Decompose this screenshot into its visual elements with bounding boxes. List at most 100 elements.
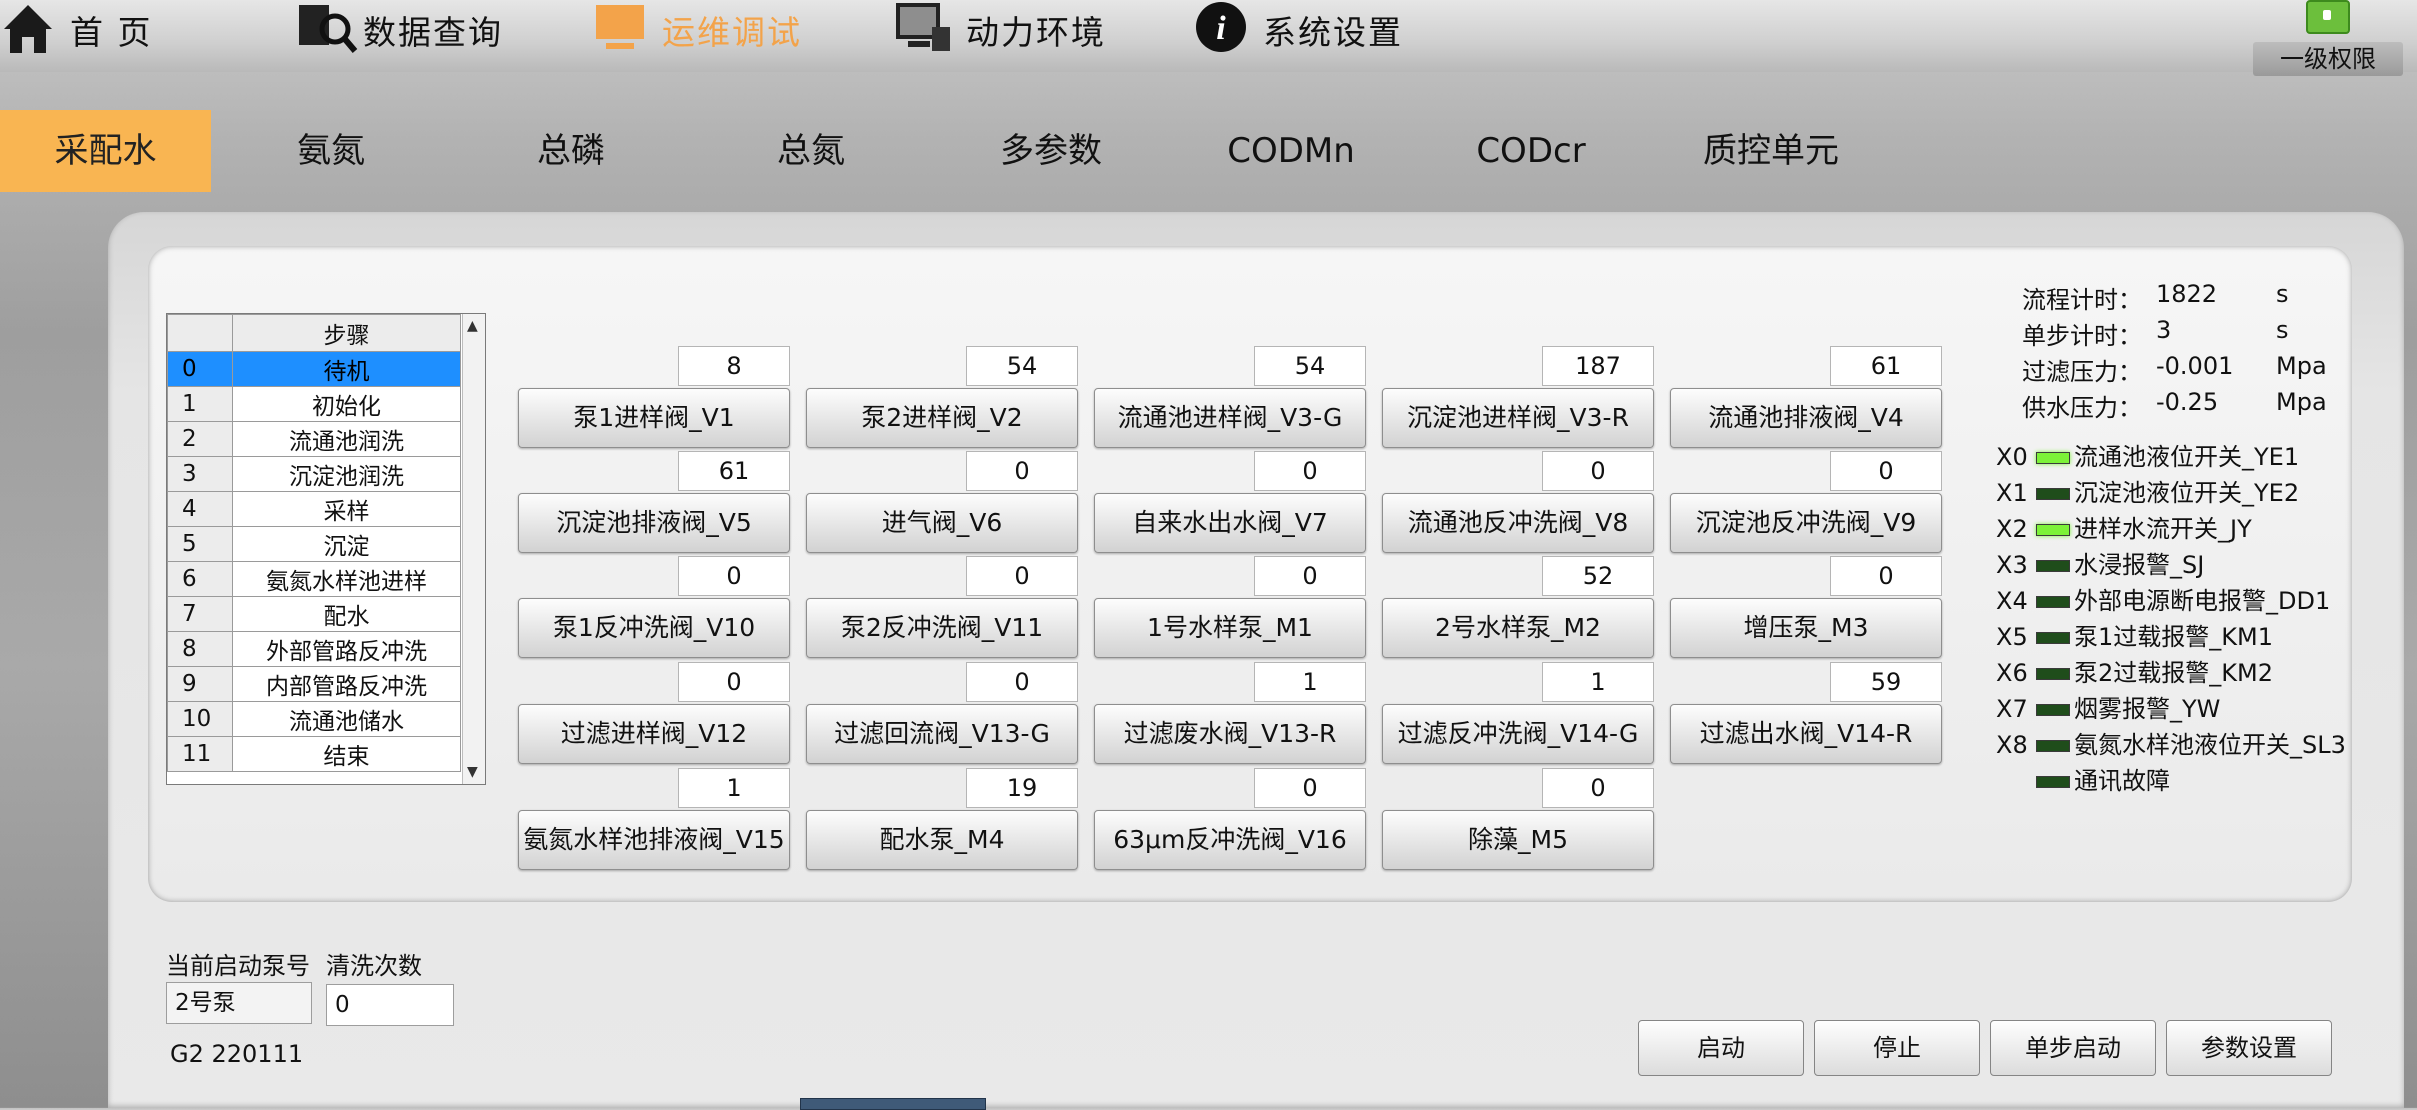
step-index: 10 [167,701,233,737]
step-row[interactable]: 4 采样 [167,491,461,527]
tab-total-phosphorus[interactable]: 总磷 [476,110,666,192]
valve-button[interactable]: 氨氮水样池排液阀_V15 [518,810,790,870]
valve-button[interactable]: 沉淀池反冲洗阀_V9 [1670,493,1942,553]
step-index: 9 [167,666,233,702]
valve-count: 0 [1542,451,1654,491]
step-name: 待机 [232,351,461,387]
indicator-label: 泵2过载报警_KM2 [2074,659,2273,687]
step-name: 初始化 [232,386,461,422]
scroll-up-icon[interactable]: ▲ [467,318,478,334]
lock-icon [2306,0,2350,34]
step-row[interactable]: 11 结束 [167,736,461,772]
step-index: 6 [167,561,233,597]
valve-button[interactable]: 1号水样泵_M1 [1094,598,1366,658]
valve-button[interactable]: 泵2反冲洗阀_V11 [806,598,1078,658]
valve-button[interactable]: 流通池进样阀_V3-G [1094,388,1366,448]
nav-data-query-label: 数据查询 [363,13,503,52]
valve-button[interactable]: 过滤出水阀_V14-R [1670,704,1942,764]
indicator-label: 烟雾报警_YW [2074,695,2221,723]
single-step-button[interactable]: 单步启动 [1990,1020,2156,1076]
valve-button[interactable]: 进气阀_V6 [806,493,1078,553]
permission-badge[interactable]: 一级权限 [2253,0,2403,76]
nav-data-query[interactable]: 数据查询 [295,0,503,60]
nav-home[interactable]: 首 页 [0,0,153,60]
valve-count: 0 [966,451,1078,491]
indicator-label: 泵1过载报警_KM1 [2074,623,2273,651]
valve-button[interactable]: 过滤回流阀_V13-G [806,704,1078,764]
step-row[interactable]: 5 沉淀 [167,526,461,562]
wash-count-field[interactable]: 0 [326,984,454,1026]
status-label: 流程计时： [2022,286,2142,314]
step-name: 流通池储水 [232,701,461,737]
step-scrollbar[interactable]: ▲ ▼ [462,314,485,784]
valve-button[interactable]: 泵1进样阀_V1 [518,388,790,448]
indicator-label: 通讯故障 [2074,767,2170,795]
nav-system-settings[interactable]: i 系统设置 [1193,0,1403,60]
valve-button[interactable]: 增压泵_M3 [1670,598,1942,658]
valve-button[interactable]: 流通池排液阀_V4 [1670,388,1942,448]
valve-button[interactable]: 自来水出水阀_V7 [1094,493,1366,553]
tab-total-nitrogen[interactable]: 总氮 [716,110,906,192]
step-row[interactable]: 7 配水 [167,596,461,632]
valve-button[interactable]: 配水泵_M4 [806,810,1078,870]
unit-tabs: 采配水 氨氮 总磷 总氮 多参数 CODMn CODcr 质控单元 [0,110,2417,194]
valve-button[interactable]: 流通池反冲洗阀_V8 [1382,493,1654,553]
step-row[interactable]: 8 外部管路反冲洗 [167,631,461,667]
step-name: 配水 [232,596,461,632]
start-button[interactable]: 启动 [1638,1020,1804,1076]
valve-count: 0 [1830,451,1942,491]
parameter-settings-button[interactable]: 参数设置 [2166,1020,2332,1076]
valve-count: 0 [678,662,790,702]
scroll-down-icon[interactable]: ▼ [467,764,478,780]
tab-multi-parameter[interactable]: 多参数 [956,110,1146,192]
step-index: 8 [167,631,233,667]
step-row[interactable]: 1 初始化 [167,386,461,422]
valve-button[interactable]: 泵2进样阀_V2 [806,388,1078,448]
indicator-label: 沉淀池液位开关_YE2 [2074,479,2300,507]
step-index-header [167,314,233,352]
bottom-tab-handle[interactable] [800,1098,986,1110]
step-row[interactable]: 9 内部管路反冲洗 [167,666,461,702]
valve-count: 1 [1542,662,1654,702]
valve-count: 54 [966,346,1078,386]
valve-button[interactable]: 2号水样泵_M2 [1382,598,1654,658]
valve-count: 0 [966,662,1078,702]
valve-button[interactable]: 过滤废水阀_V13-R [1094,704,1366,764]
status-led-icon [2036,524,2070,536]
step-row[interactable]: 3 沉淀池润洗 [167,456,461,492]
status-led-icon [2036,668,2070,680]
valve-count: 0 [678,556,790,596]
maintenance-icon [592,1,648,59]
tab-codmn[interactable]: CODMn [1196,110,1386,192]
valve-button[interactable]: 除藻_M5 [1382,810,1654,870]
step-row[interactable]: 10 流通池储水 [167,701,461,737]
nav-power-env[interactable]: 动力环境 [892,0,1106,60]
indicator-label: 进样水流开关_JY [2074,515,2252,543]
valve-button[interactable]: 过滤进样阀_V12 [518,704,790,764]
pump-field: 2号泵 [166,982,312,1024]
indicator-code: X5 [1996,623,2028,651]
valve-count: 61 [678,451,790,491]
valve-button[interactable]: 泵1反冲洗阀_V10 [518,598,790,658]
step-index: 7 [167,596,233,632]
step-row[interactable]: 6 氨氮水样池进样 [167,561,461,597]
tab-ammonia[interactable]: 氨氮 [236,110,426,192]
stop-button[interactable]: 停止 [1814,1020,1980,1076]
nav-maintenance[interactable]: 运维调试 [592,0,802,60]
status-led-icon [2036,740,2070,752]
tab-codcr[interactable]: CODcr [1436,110,1626,192]
step-row[interactable]: 0 待机 [167,351,461,387]
step-row[interactable]: 2 流通池润洗 [167,421,461,457]
permission-label: 一级权限 [2253,42,2403,76]
valve-button[interactable]: 沉淀池排液阀_V5 [518,493,790,553]
valve-button[interactable]: 过滤反冲洗阀_V14-G [1382,704,1654,764]
top-navigation: 首 页 数据查询 运维调试 动力环境 i 系统设置 一级权限 [0,0,2417,76]
tab-quality-control[interactable]: 质控单元 [1676,110,1866,192]
valve-button[interactable]: 沉淀池进样阀_V3-R [1382,388,1654,448]
valve-button[interactable]: 63μm反冲洗阀_V16 [1094,810,1366,870]
status-unit: Mpa [2276,352,2327,380]
valve-count: 187 [1542,346,1654,386]
tab-water-sampling[interactable]: 采配水 [0,110,211,192]
status-value: -0.25 [2156,388,2219,416]
status-led-icon [2036,488,2070,500]
